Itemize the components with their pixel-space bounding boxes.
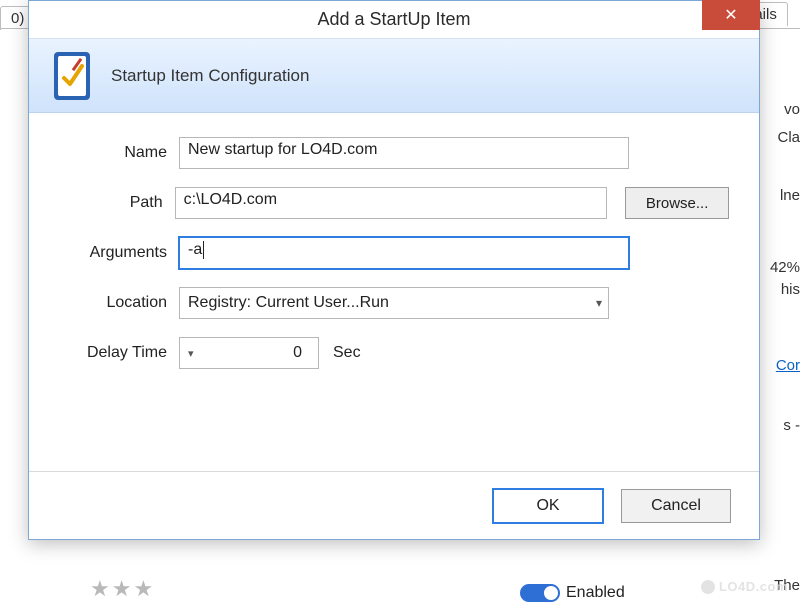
location-label: Location — [59, 294, 179, 312]
watermark-icon — [701, 580, 715, 594]
close-button[interactable]: ✕ — [702, 0, 760, 30]
bg-fragment: Cla — [777, 128, 800, 148]
watermark-text: LO4D.com — [719, 579, 788, 594]
delay-time-stepper[interactable]: ▾ 0 — [179, 337, 319, 369]
watermark: LO4D.com — [701, 579, 788, 594]
bg-fragment: his — [781, 280, 800, 300]
bg-fragment: s - — [783, 416, 800, 436]
browse-button[interactable]: Browse... — [625, 187, 729, 219]
sec-label: Sec — [333, 344, 361, 362]
path-input[interactable]: c:\LO4D.com — [175, 187, 608, 219]
enabled-toggle[interactable] — [520, 584, 560, 602]
add-startup-dialog: Add a StartUp Item ✕ Startup Item Config… — [28, 0, 760, 540]
bg-fragment: vo — [784, 100, 800, 120]
arguments-label: Arguments — [59, 244, 179, 262]
location-value: Registry: Current User...Run — [188, 294, 389, 312]
dialog-banner: Startup Item Configuration — [29, 39, 759, 113]
dialog-footer: OK Cancel — [29, 471, 759, 539]
name-input[interactable]: New startup for LO4D.com — [179, 137, 629, 169]
chevron-down-icon: ▾ — [596, 296, 602, 310]
banner-title: Startup Item Configuration — [111, 66, 309, 86]
arguments-input[interactable]: -a — [179, 237, 629, 269]
enabled-toggle-fragment: Enabled — [520, 584, 625, 602]
ok-button[interactable]: OK — [493, 489, 603, 523]
close-icon: ✕ — [724, 5, 737, 25]
arguments-value: -a — [188, 241, 202, 258]
dialog-form: Name New startup for LO4D.com Path c:\LO… — [29, 113, 759, 395]
rating-stars[interactable]: ★★★ — [90, 576, 155, 602]
startup-item-icon — [51, 49, 93, 103]
location-select[interactable]: Registry: Current User...Run ▾ — [179, 287, 609, 319]
dialog-title: Add a StartUp Item — [317, 9, 470, 30]
bg-link-fragment[interactable]: Cor — [776, 356, 800, 376]
cancel-button[interactable]: Cancel — [621, 489, 731, 523]
path-label: Path — [59, 194, 175, 212]
delay-time-label: Delay Time — [59, 344, 179, 362]
delay-time-value: 0 — [194, 344, 310, 362]
text-caret — [203, 241, 204, 259]
bg-fragment: lne — [780, 186, 800, 206]
enabled-label: Enabled — [566, 584, 625, 602]
name-label: Name — [59, 144, 179, 162]
bg-fragment: 42% — [770, 258, 800, 278]
dialog-titlebar: Add a StartUp Item ✕ — [29, 1, 759, 39]
